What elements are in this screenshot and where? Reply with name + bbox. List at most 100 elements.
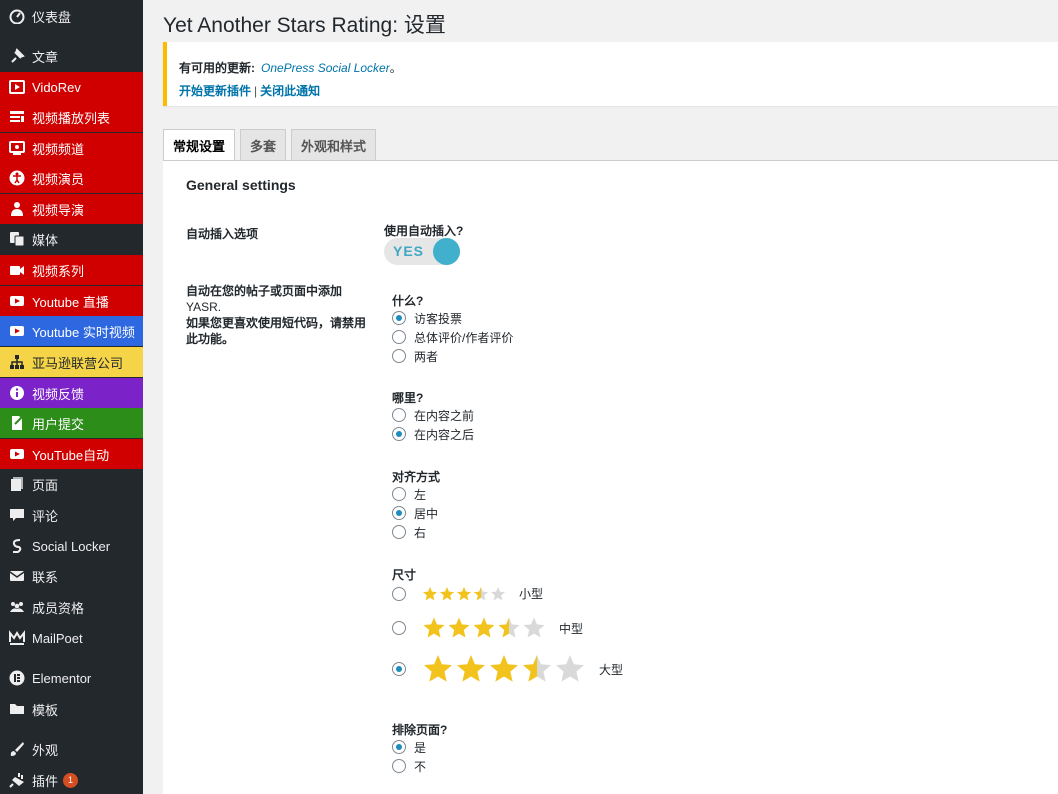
star-rating-small xyxy=(422,586,507,602)
star-icon xyxy=(472,616,497,640)
admin-sidebar: 仪表盘文章 VidoRev 视频播放列表 视频频道 视频演员 视频导演媒体视频系列 Yout… xyxy=(0,0,143,794)
size-radio-2[interactable] xyxy=(392,662,406,676)
elementor-icon xyxy=(9,670,25,686)
youtube-icon xyxy=(9,446,25,462)
sidebar-item-15[interactable]: 页面 xyxy=(0,469,143,499)
size-option-medium[interactable]: 中型 xyxy=(392,616,583,640)
sidebar-item-label: 媒体 xyxy=(32,232,59,248)
sidebar-item-18[interactable]: 联系 xyxy=(0,561,143,591)
sidebar-item-11[interactable]: 亚马逊联营公司 xyxy=(0,347,143,377)
where-radio-0[interactable] xyxy=(392,408,406,422)
sidebar-item-16[interactable]: 评论 xyxy=(0,500,143,530)
tab-style[interactable]: 外观和样式 xyxy=(291,129,377,160)
sidebar-item-7[interactable]: 媒体 xyxy=(0,224,143,254)
star-icon xyxy=(422,653,455,685)
exclude-option-yes[interactable]: 是 xyxy=(392,738,426,756)
sidebar-item-21[interactable]: Elementor xyxy=(0,663,143,693)
align-option-center[interactable]: 居中 xyxy=(392,504,438,522)
video-icon xyxy=(9,79,25,95)
sidebar-item-8[interactable]: 视频系列 xyxy=(0,255,143,285)
auto-insert-question: 使用自动插入? xyxy=(384,224,464,238)
notice-suffix: 。 xyxy=(389,61,402,75)
sidebar-item-19[interactable]: 成员资格 xyxy=(0,592,143,622)
where-option-before[interactable]: 在内容之前 xyxy=(392,406,474,424)
sidebar-item-5[interactable]: 视频演员 xyxy=(0,163,143,193)
social-locker-icon xyxy=(9,538,25,554)
sidebar-item-label: Youtube 直播 xyxy=(32,294,109,310)
align-radio-0[interactable] xyxy=(392,487,406,501)
star-icon xyxy=(490,586,507,602)
where-title: 哪里? xyxy=(392,391,424,405)
page-title: Yet Another Stars Rating: 设置 xyxy=(163,14,446,37)
auto-insert-toggle[interactable]: YES xyxy=(384,238,460,265)
sidebar-item-label: 亚马逊联营公司 xyxy=(32,355,124,371)
align-radio-2[interactable] xyxy=(392,525,406,539)
what-radio-0[interactable] xyxy=(392,311,406,325)
tab-multi-set[interactable]: 多套 xyxy=(240,129,287,160)
sidebar-item-label: Youtube 实时视频 xyxy=(32,324,135,340)
sidebar-item-label: 用户提交 xyxy=(32,416,85,432)
sidebar-item-4[interactable]: 视频频道 xyxy=(0,133,143,163)
what-option-overall[interactable]: 总体评价/作者评价 xyxy=(392,328,513,346)
start-update-link[interactable]: 开始更新插件 xyxy=(179,84,251,98)
sidebar-item-14[interactable]: YouTube自动 xyxy=(0,439,143,469)
mailpoet-icon xyxy=(9,630,25,646)
size-radio-0[interactable] xyxy=(392,586,406,601)
sidebar-item-1[interactable]: 文章 xyxy=(0,41,143,71)
dashboard-icon xyxy=(9,8,25,24)
sidebar-item-9[interactable]: Youtube 直播 xyxy=(0,286,143,316)
sidebar-item-12[interactable]: 视频反馈 xyxy=(0,378,143,408)
align-option-label: 居中 xyxy=(414,506,439,521)
size-option-large[interactable]: 大型 xyxy=(392,653,623,685)
star-icon xyxy=(455,653,488,685)
align-option-label: 右 xyxy=(414,525,427,540)
toggle-knob xyxy=(433,238,460,265)
align-option-left[interactable]: 左 xyxy=(392,485,426,503)
sidebar-item-0[interactable]: 仪表盘 xyxy=(0,1,143,31)
align-title: 对齐方式 xyxy=(392,470,441,484)
exclude-radio-0[interactable] xyxy=(392,740,406,754)
plugin-icon xyxy=(9,772,25,788)
sidebar-item-24[interactable]: 插件 1 xyxy=(0,765,143,794)
align-option-label: 左 xyxy=(414,487,427,502)
star-icon xyxy=(522,616,547,640)
what-option-both[interactable]: 两者 xyxy=(392,347,438,365)
sidebar-item-22[interactable]: 模板 xyxy=(0,694,143,724)
settings-panel: General settings 自动插入选项 使用自动插入? YES 自动在您… xyxy=(163,161,1058,794)
star-icon xyxy=(447,616,472,640)
align-radio-1[interactable] xyxy=(392,506,406,520)
accessibility-icon xyxy=(9,170,25,186)
size-option-small[interactable]: 小型 xyxy=(392,585,543,602)
size-title: 尺寸 xyxy=(392,568,417,582)
pin-icon xyxy=(9,48,25,64)
exclude-option-no[interactable]: 不 xyxy=(392,757,426,775)
sidebar-item-23[interactable]: 外观 xyxy=(0,734,143,764)
where-option-after[interactable]: 在内容之后 xyxy=(392,425,474,443)
notice-plugin-name[interactable]: OnePress Social Locker xyxy=(261,61,390,75)
sidebar-item-label: 视频系列 xyxy=(32,263,85,279)
where-radio-1[interactable] xyxy=(392,427,406,441)
sidebar-item-3[interactable]: 视频播放列表 xyxy=(0,102,143,132)
what-radio-1[interactable] xyxy=(392,330,406,344)
tab-general[interactable]: 常规设置 xyxy=(163,129,236,161)
sidebar-item-6[interactable]: 视频导演 xyxy=(0,194,143,224)
sidebar-item-10[interactable]: Youtube 实时视频 xyxy=(0,316,143,346)
what-option-visitor[interactable]: 访客投票 xyxy=(392,309,462,327)
sidebar-item-2[interactable]: VidoRev xyxy=(0,72,143,102)
sidebar-item-17[interactable]: Social Locker xyxy=(0,531,143,561)
dismiss-notice-link[interactable]: 关闭此通知 xyxy=(260,84,320,98)
align-option-right[interactable]: 右 xyxy=(392,523,426,541)
exclude-radio-1[interactable] xyxy=(392,759,406,773)
star-icon xyxy=(488,653,521,685)
sidebar-item-20[interactable]: MailPoet xyxy=(0,623,143,653)
size-radio-1[interactable] xyxy=(392,621,406,635)
desc-line-2: YASR. xyxy=(186,300,222,314)
sidebar-item-13[interactable]: 用户提交 xyxy=(0,408,143,438)
exclude-option-label: 是 xyxy=(414,740,427,755)
star-icon xyxy=(439,586,456,602)
mail-icon xyxy=(9,568,25,584)
sitemap-icon xyxy=(9,354,25,370)
auto-insert-label: 自动插入选项 xyxy=(186,227,259,241)
desc-line-3: 如果您更喜欢使用短代码，请禁用此功能。 xyxy=(186,316,367,346)
what-radio-2[interactable] xyxy=(392,349,406,363)
